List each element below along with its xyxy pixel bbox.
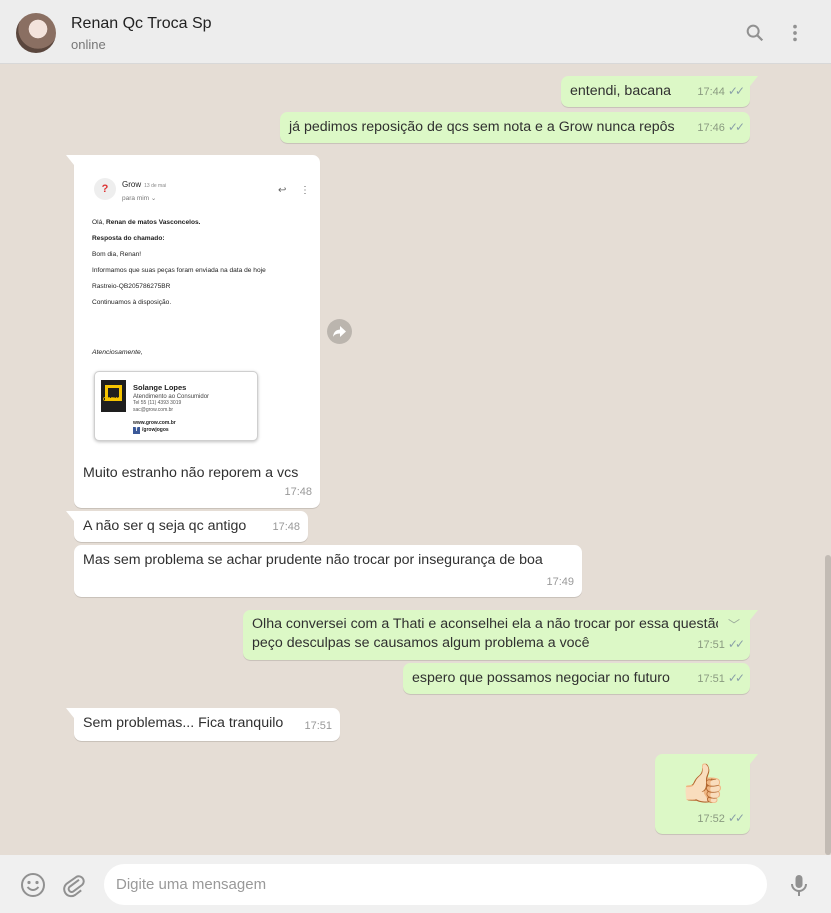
message-time: 17:48 xyxy=(272,521,300,533)
message-text: já pedimos reposição de qcs sem nota e a… xyxy=(289,119,675,135)
chevron-down-icon[interactable]: ﹀ xyxy=(728,616,740,635)
message-meta: 17:51 ✓✓ xyxy=(697,669,745,689)
message-text-line1: Olha conversei com a Thati e aconselhei … xyxy=(252,616,718,632)
message-incoming[interactable]: A não ser q seja qc antigo 17:48 xyxy=(66,511,308,542)
message-text: A não ser q seja qc antigo xyxy=(83,518,247,534)
message-outgoing[interactable]: entendi, bacana 17:44 ✓✓ xyxy=(561,76,758,107)
message-time: 17:48 xyxy=(284,486,312,498)
message-text: Mas sem problema se achar prudente não t… xyxy=(83,552,543,568)
message-time: 17:44 xyxy=(697,86,725,98)
thumbs-up-emoji: 👍🏻 xyxy=(679,763,727,805)
read-ticks-icon: ✓✓ xyxy=(727,811,745,825)
message-meta: 17:52 ✓✓ xyxy=(697,809,745,829)
message-time: 17:52 xyxy=(697,813,725,825)
message-list[interactable]: entendi, bacana 17:44 ✓✓ já pedimos repos… xyxy=(0,64,831,855)
message-time: 17:46 xyxy=(697,122,725,134)
message-image-incoming[interactable]: ? Grow 13 de mai para mim ⌄ ↩ ⋮ Olá, Rena… xyxy=(66,155,320,508)
composer xyxy=(0,855,831,913)
emoji-icon[interactable] xyxy=(20,872,46,898)
sender-avatar-icon: ? xyxy=(94,178,116,200)
message-text: Sem problemas... Fica tranquilo xyxy=(83,715,284,731)
read-ticks-icon: ✓✓ xyxy=(727,637,745,651)
message-meta: 17:44 ✓✓ xyxy=(697,82,745,102)
attach-icon[interactable] xyxy=(61,872,87,898)
message-time: 17:51 xyxy=(697,673,725,685)
signature-contacts: Tel 55 (11) 4393 3019 sac@grow.com.br xyxy=(133,400,182,413)
message-outgoing[interactable]: já pedimos reposição de qcs sem nota e a… xyxy=(280,112,750,143)
message-meta: 17:51 ✓✓ xyxy=(697,635,745,655)
email-recipient: para mim ⌄ xyxy=(122,195,157,202)
message-incoming[interactable]: Mas sem problema se achar prudente não t… xyxy=(74,545,582,597)
search-icon[interactable] xyxy=(744,22,766,44)
menu-icon[interactable] xyxy=(784,22,806,44)
scrollbar[interactable] xyxy=(825,555,831,855)
chat-header: Renan Qc Troca Sp online xyxy=(0,0,831,64)
message-incoming[interactable]: Sem problemas... Fica tranquilo 17:51 xyxy=(66,708,340,741)
read-ticks-icon: ✓✓ xyxy=(727,120,745,134)
signature-card: GROW Solange Lopes Atendimento ao Consum… xyxy=(94,371,258,441)
grow-logo: GROW xyxy=(101,380,126,412)
contact-status: online xyxy=(71,37,106,52)
message-meta: 17:46 ✓✓ xyxy=(697,118,745,138)
message-time: 17:49 xyxy=(546,576,574,588)
reply-icon: ↩ xyxy=(278,185,287,196)
read-ticks-icon: ✓✓ xyxy=(727,84,745,98)
image-caption: Muito estranho não reporem a vcs xyxy=(83,465,299,481)
message-time: 17:51 xyxy=(304,720,332,732)
forward-icon[interactable] xyxy=(327,319,352,344)
message-text: espero que possamos negociar no futuro xyxy=(412,670,670,686)
signature-links: www.grow.com.br f/growjogos xyxy=(133,420,176,434)
message-outgoing[interactable]: espero que possamos negociar no futuro 1… xyxy=(403,663,750,694)
message-time: 17:51 xyxy=(697,639,725,651)
message-text-line2: peço desculpas se causamos algum problem… xyxy=(252,635,590,651)
contact-name[interactable]: Renan Qc Troca Sp xyxy=(71,15,212,33)
more-icon: ⋮ xyxy=(300,185,310,196)
message-emoji-outgoing[interactable]: 👍🏻 17:52 ✓✓ xyxy=(655,754,758,834)
email-body: Olá, Renan de matos Vasconcelos. Respost… xyxy=(92,219,266,306)
message-outgoing[interactable]: Olha conversei com a Thati e aconselhei … xyxy=(243,610,758,660)
message-text: entendi, bacana xyxy=(570,83,671,99)
facebook-icon: f xyxy=(133,427,140,434)
message-input[interactable] xyxy=(104,864,767,905)
read-ticks-icon: ✓✓ xyxy=(727,671,745,685)
mic-icon[interactable] xyxy=(786,872,812,898)
email-closing: Atenciosamente, xyxy=(92,349,143,356)
avatar[interactable] xyxy=(16,13,56,53)
email-screenshot-image[interactable]: ? Grow 13 de mai para mim ⌄ ↩ ⋮ Olá, Rena… xyxy=(82,163,314,459)
